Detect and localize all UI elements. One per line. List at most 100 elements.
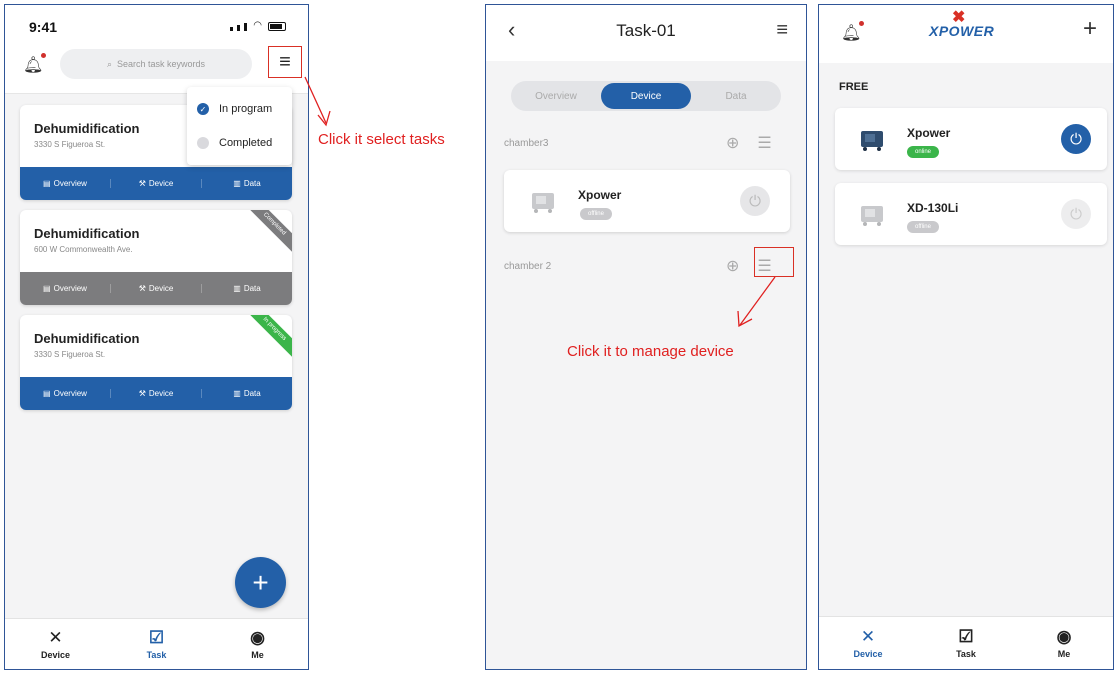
section-title: FREE bbox=[839, 81, 869, 93]
task-list-screen: 9:41 ◠ 🔔︎ ⌕ Search task keywords ≡ Dehum… bbox=[4, 4, 309, 670]
xpower-logo-icon: ✕ bbox=[48, 627, 63, 648]
signal-icon bbox=[237, 25, 241, 31]
dehumidifier-icon bbox=[861, 206, 883, 226]
notification-dot bbox=[41, 53, 47, 58]
power-button[interactable]: ⏻ bbox=[1061, 199, 1091, 229]
tab-label: Task bbox=[956, 648, 976, 659]
task-card[interactable]: Completed Dehumidification 600 W Commonw… bbox=[20, 210, 292, 305]
annotation-arrow bbox=[737, 276, 776, 328]
radio-icon bbox=[197, 137, 209, 149]
status-time: 9:41 bbox=[29, 19, 58, 35]
wrench-icon: ⚒ bbox=[138, 284, 146, 293]
device-button[interactable]: ⚒ Device bbox=[111, 179, 202, 188]
tab-task[interactable]: ☑ Task bbox=[106, 619, 207, 669]
task-title: Dehumidification bbox=[34, 226, 140, 241]
status-icons: ◠ bbox=[230, 21, 286, 31]
tab-label: Task bbox=[146, 649, 167, 660]
tab-label: Device bbox=[40, 649, 71, 660]
task-address: 600 W Commonwealth Ave. bbox=[34, 245, 133, 254]
add-device-button[interactable]: + bbox=[1083, 15, 1097, 43]
overview-label: Overview bbox=[53, 389, 87, 398]
filter-option-label: In program bbox=[219, 103, 273, 115]
add-circle-icon[interactable]: ⊕ bbox=[726, 133, 739, 153]
clipboard-check-icon: ☑ bbox=[958, 626, 974, 646]
user-circle-icon: ◉ bbox=[1056, 626, 1072, 646]
tab-overview[interactable]: Overview bbox=[511, 81, 601, 111]
signal-icon bbox=[230, 27, 234, 31]
overview-button[interactable]: ▤ Overview bbox=[20, 179, 111, 188]
device-card[interactable]: XD-130Li offline ⏻ bbox=[835, 183, 1107, 245]
annotation-select-tasks: Click it select tasks bbox=[318, 131, 445, 148]
filter-menu-button[interactable]: ≡ bbox=[268, 46, 302, 78]
filter-option-in-program[interactable]: ✓ In program bbox=[197, 103, 272, 115]
filter-option-completed[interactable]: Completed bbox=[197, 137, 272, 149]
tab-me[interactable]: ◉ Me bbox=[207, 619, 308, 669]
overview-button[interactable]: ▤ Overview bbox=[20, 389, 111, 398]
in-progress-ribbon: In progress bbox=[241, 315, 292, 363]
tab-device[interactable]: Device bbox=[601, 83, 691, 109]
notification-bell-icon[interactable]: 🔔︎ bbox=[23, 53, 47, 75]
add-circle-icon[interactable]: ⊕ bbox=[726, 256, 739, 276]
overview-icon: ▤ bbox=[43, 389, 51, 398]
chart-icon: ▥ bbox=[233, 179, 241, 188]
task-address: 3330 S Figueroa St. bbox=[34, 140, 106, 149]
notification-dot bbox=[859, 21, 865, 26]
task-filter-dropdown: ✓ In program Completed bbox=[187, 87, 292, 165]
device-button[interactable]: ⚒ Device bbox=[111, 389, 202, 398]
data-button[interactable]: ▥ Data bbox=[202, 179, 292, 188]
task-card[interactable]: In progress Dehumidification 3330 S Figu… bbox=[20, 315, 292, 410]
highlight-box bbox=[754, 247, 794, 277]
xpower-logo: XPOWER bbox=[929, 23, 995, 39]
tab-device[interactable]: ✕ Device bbox=[5, 619, 106, 669]
overview-icon: ▤ bbox=[43, 284, 51, 293]
chart-icon: ▥ bbox=[233, 284, 241, 293]
power-button[interactable]: ⏻ bbox=[1061, 124, 1091, 154]
overview-icon: ▤ bbox=[43, 179, 51, 188]
dehumidifier-icon bbox=[861, 131, 883, 151]
overview-button[interactable]: ▤ Overview bbox=[20, 284, 111, 293]
group-actions: ⊕ ☰ bbox=[726, 133, 772, 153]
tab-me[interactable]: ◉ Me bbox=[1015, 617, 1113, 669]
overview-label: Overview bbox=[53, 284, 87, 293]
menu-icon: ≡ bbox=[279, 50, 291, 73]
check-icon: ✓ bbox=[197, 103, 209, 115]
device-button[interactable]: ⚒ Device bbox=[111, 284, 202, 293]
bottom-tab-bar: ✕ Device ☑ Task ◉ Me bbox=[5, 618, 308, 669]
data-button[interactable]: ▥ Data bbox=[202, 284, 292, 293]
bottom-tab-bar: ✕ Device ☑ Task ◉ Me bbox=[819, 616, 1113, 669]
chart-icon: ▥ bbox=[233, 389, 241, 398]
plus-icon: + bbox=[252, 566, 269, 598]
tab-data[interactable]: Data bbox=[691, 81, 781, 111]
status-bar: 9:41 ◠ bbox=[5, 5, 308, 41]
task-action-bar: ▤ Overview ⚒ Device ▥ Data bbox=[20, 377, 292, 410]
power-icon: ⏻ bbox=[1070, 205, 1082, 223]
data-label: Data bbox=[243, 284, 261, 293]
add-task-button[interactable]: + bbox=[235, 557, 286, 608]
tab-label: Device bbox=[853, 648, 883, 659]
search-icon: ⌕ bbox=[106, 58, 112, 69]
wrench-icon: ⚒ bbox=[138, 179, 146, 188]
filter-option-label: Completed bbox=[219, 137, 273, 149]
menu-icon[interactable]: ≡ bbox=[776, 19, 788, 42]
search-input[interactable]: ⌕ Search task keywords bbox=[60, 49, 252, 79]
tab-label: Me bbox=[1057, 648, 1071, 659]
completed-ribbon: Completed bbox=[241, 210, 292, 258]
device-name: Xpower bbox=[907, 126, 951, 140]
data-label: Data bbox=[243, 179, 261, 188]
device-card[interactable]: Xpower online ⏻ bbox=[835, 108, 1107, 170]
user-circle-icon: ◉ bbox=[250, 627, 265, 647]
tab-task[interactable]: ☑ Task bbox=[917, 617, 1015, 669]
notification-bell-icon[interactable]: 🔔︎ bbox=[841, 21, 865, 43]
power-icon: ⏻ bbox=[749, 192, 761, 210]
data-button[interactable]: ▥ Data bbox=[202, 389, 292, 398]
list-icon[interactable]: ☰ bbox=[757, 133, 771, 153]
task-title: Dehumidification bbox=[34, 331, 140, 346]
power-button[interactable]: ⏻ bbox=[740, 186, 770, 216]
device-name: Xpower bbox=[578, 188, 622, 202]
tab-device[interactable]: ✕ Device bbox=[819, 617, 917, 669]
device-name: XD-130Li bbox=[907, 201, 959, 215]
task-title: Dehumidification bbox=[34, 121, 140, 136]
page-title: Task-01 bbox=[616, 21, 676, 40]
device-card[interactable]: Xpower offline ⏻ bbox=[504, 170, 790, 232]
dehumidifier-icon bbox=[532, 193, 554, 213]
